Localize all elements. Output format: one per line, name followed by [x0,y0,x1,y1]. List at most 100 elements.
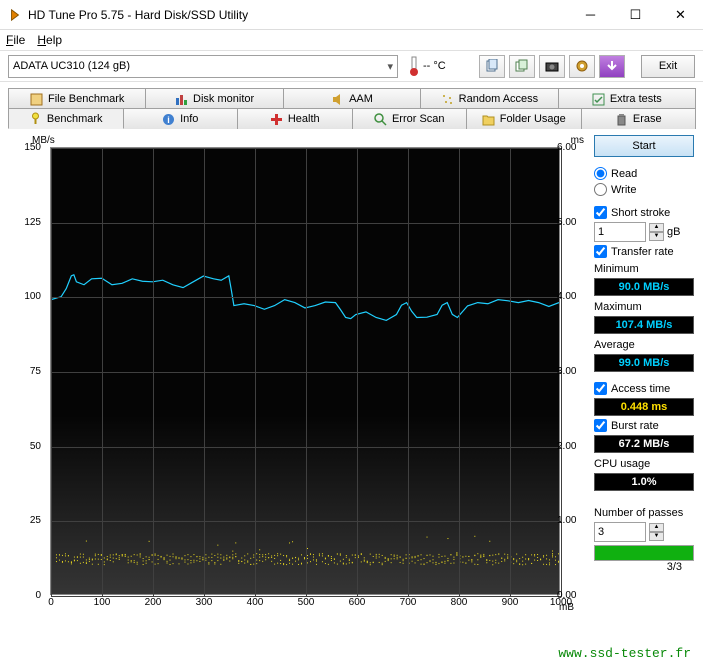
tab-benchmark[interactable]: Benchmark [8,108,124,129]
x-tick: 600 [349,597,366,608]
spin-down[interactable]: ▼ [649,232,664,241]
screenshot-button[interactable] [539,55,565,78]
benchmark-icon [29,112,42,125]
y-tick-left: 75 [17,366,41,377]
drive-select[interactable]: ADATA UC310 (124 gB) ▾ [8,55,398,78]
average-value: 99.0 MB/s [594,354,694,372]
transfer-line [51,148,559,594]
copy-shot-icon [515,59,529,73]
x-tick: 700 [400,597,417,608]
start-button[interactable]: Start [594,135,694,157]
y-tick-right: 2.00 [557,441,581,452]
tabs: File Benchmark Disk monitor AAM Random A… [0,82,703,129]
y-tick-right: 0.00 [557,590,581,601]
write-radio-input[interactable] [594,183,607,196]
menu-help[interactable]: Help [37,33,62,47]
copy-info-button[interactable] [479,55,505,78]
y-tick-right: 3.00 [557,366,581,377]
tab-info[interactable]: iInfo [123,108,239,129]
passes-label: Number of passes [594,507,694,519]
maximize-button[interactable]: ☐ [613,0,658,30]
minimum-value: 90.0 MB/s [594,278,694,296]
thermometer-icon [408,56,420,76]
write-radio[interactable]: Write [594,183,694,196]
y-tick-left: 50 [17,441,41,452]
x-tick: 100 [94,597,111,608]
x-tick: 900 [502,597,519,608]
passes-input[interactable]: ▲▼ [594,522,694,542]
menu-file[interactable]: File [6,33,25,47]
cpu-usage-label: CPU usage [594,458,694,470]
minimize-button[interactable]: ─ [568,0,613,30]
short-stroke-checkbox[interactable] [594,206,607,219]
drive-select-value: ADATA UC310 (124 gB) [13,60,130,72]
y-tick-right: 4.00 [557,291,581,302]
x-tick: 400 [247,597,264,608]
tab-aam[interactable]: AAM [283,88,421,109]
tab-extra-tests[interactable]: Extra tests [558,88,696,109]
temperature-value: -- °C [423,60,446,72]
gear-icon [575,59,589,73]
random-access-icon [441,93,454,106]
save-down-icon [606,60,618,72]
transfer-rate-checkbox[interactable] [594,245,607,258]
copy-icon [485,59,499,73]
y-tick-left: 125 [17,217,41,228]
error-scan-icon [374,113,387,126]
y-tick-left: 0 [17,590,41,601]
passes-spin-up[interactable]: ▲ [649,523,664,532]
content: MB/s ms 01002003004005006007008009001000… [0,129,703,629]
passes-field[interactable] [594,522,646,542]
access-time-value: 0.448 ms [594,398,694,416]
burst-rate-check[interactable]: Burst rate [594,419,694,432]
x-tick: 500 [298,597,315,608]
temperature-display: -- °C [402,56,452,76]
y-tick-left: 100 [17,291,41,302]
aam-icon [331,93,344,106]
maximum-value: 107.4 MB/s [594,316,694,334]
tab-random-access[interactable]: Random Access [420,88,558,109]
tab-error-scan[interactable]: Error Scan [352,108,468,129]
extra-tests-icon [592,93,605,106]
chart-canvas: 0100200300400500600700800900100000.00251… [50,147,560,595]
burst-rate-value: 67.2 MB/s [594,435,694,453]
tab-health[interactable]: Health [237,108,353,129]
titlebar: HD Tune Pro 5.75 - Hard Disk/SSD Utility… [0,0,703,30]
average-label: Average [594,339,694,351]
copy-screenshot-button[interactable] [509,55,535,78]
tab-file-benchmark[interactable]: File Benchmark [8,88,146,109]
read-radio[interactable]: Read [594,167,694,180]
tab-folder-usage[interactable]: Folder Usage [466,108,582,129]
passes-progress-text: 3/3 [667,561,682,573]
erase-icon [615,113,628,126]
app-icon [8,8,22,22]
transfer-rate-check[interactable]: Transfer rate [594,245,694,258]
exit-button[interactable]: Exit [641,55,695,78]
side-panel: Start Read Write Short stroke ▲▼ gB Tran… [594,135,694,625]
access-time-check[interactable]: Access time [594,382,694,395]
short-stroke-input[interactable]: ▲▼ gB [594,222,694,242]
x-tick: 200 [145,597,162,608]
short-stroke-unit: gB [667,226,680,238]
burst-rate-checkbox[interactable] [594,419,607,432]
tab-erase[interactable]: Erase [581,108,697,129]
passes-spin-down[interactable]: ▼ [649,532,664,541]
x-tick: 0 [48,597,54,608]
read-radio-input[interactable] [594,167,607,180]
y-tick-left: 25 [17,515,41,526]
close-button[interactable]: ✕ [658,0,703,30]
minimum-label: Minimum [594,263,694,275]
x-tick: 300 [196,597,213,608]
short-stroke-field[interactable] [594,222,646,242]
x-axis-unit: mB [559,602,574,613]
settings-button[interactable] [569,55,595,78]
folder-usage-icon [482,113,495,126]
tab-disk-monitor[interactable]: Disk monitor [145,88,283,109]
access-time-checkbox[interactable] [594,382,607,395]
chart-area: MB/s ms 01002003004005006007008009001000… [8,135,588,625]
short-stroke-check[interactable]: Short stroke [594,206,694,219]
spin-up[interactable]: ▲ [649,223,664,232]
y-tick-right: 5.00 [557,217,581,228]
y-tick-right: 1.00 [557,515,581,526]
save-button[interactable] [599,55,625,78]
